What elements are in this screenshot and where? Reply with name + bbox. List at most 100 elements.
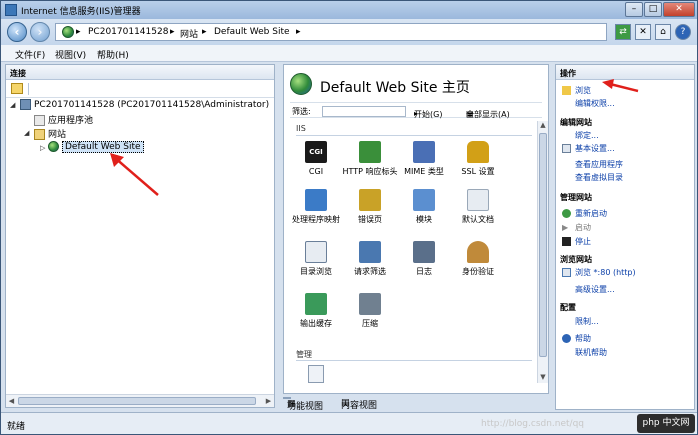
iis-manager-window: Internet 信息服务(IIS)管理器 – □ ✕ ‹ › ▸ PC2017… (0, 0, 698, 435)
scroll-up-icon[interactable]: ▲ (538, 121, 548, 131)
feature-compression[interactable]: 压缩 (342, 293, 398, 329)
feature-logging[interactable]: 日志 (396, 241, 452, 277)
toolbar-divider (28, 83, 29, 95)
title-bar: Internet 信息服务(IIS)管理器 – □ ✕ (1, 1, 697, 19)
menu-bar: 文件(F) 视图(V) 帮助(H) (1, 45, 697, 62)
refresh-connections-icon[interactable]: ⇄ (615, 24, 631, 40)
section-iis: IIS (296, 124, 306, 133)
scroll-right-icon[interactable]: ▶ (263, 395, 274, 407)
scroll-down-icon[interactable]: ▼ (538, 373, 548, 383)
server-icon (20, 99, 31, 110)
feature-mime-types[interactable]: MIME 类型 (396, 141, 452, 177)
error-pages-icon (359, 189, 381, 211)
collapse-server-icon[interactable]: ◢ (10, 101, 15, 109)
actions-header: 操作 (556, 65, 694, 80)
browse-http-icon (562, 268, 571, 277)
close-button[interactable]: ✕ (663, 2, 695, 17)
tree-node-app-pools[interactable]: 应用程序池 (34, 113, 93, 127)
action-basic-settings[interactable]: 基本设置... (562, 143, 615, 154)
help-icon[interactable]: ? (675, 24, 691, 40)
group-manage-site: 管理网站 (560, 193, 592, 202)
handler-mappings-icon (305, 189, 327, 211)
menu-file[interactable]: 文件(F) (15, 48, 45, 61)
crumb-sites[interactable]: 网站 (180, 27, 198, 40)
scroll-thumb[interactable] (539, 133, 547, 357)
stop-icon[interactable]: ✕ (635, 24, 651, 40)
collapse-sites-icon[interactable]: ◢ (24, 129, 29, 137)
iis-app-icon (5, 4, 17, 16)
scroll-thumb[interactable] (18, 397, 256, 405)
back-button[interactable]: ‹ (7, 22, 27, 42)
mime-types-icon (413, 141, 435, 163)
feature-ssl[interactable]: SSL 设置 (450, 141, 506, 177)
feature-output-caching[interactable]: 输出缓存 (288, 293, 344, 329)
action-start: ▶ 启动 (562, 223, 591, 232)
horizontal-scrollbar[interactable]: ◀ ▶ (6, 394, 274, 407)
globe-icon (62, 26, 74, 38)
crumb-separator: ▸ (296, 27, 301, 37)
feature-modules[interactable]: 模块 (396, 189, 452, 225)
crumb-separator: ▸ (76, 27, 81, 37)
configuration-editor-icon[interactable] (308, 365, 324, 383)
scroll-left-icon[interactable]: ◀ (6, 395, 17, 407)
action-explore[interactable]: 浏览 (562, 85, 591, 96)
feature-handler-mappings[interactable]: 处理程序映射 (288, 189, 344, 225)
feature-directory-browsing[interactable]: 目录浏览 (288, 241, 344, 277)
site-globe-icon (290, 73, 312, 95)
tree-node-server[interactable]: PC201701141528 (PC201701141528\Administr… (20, 99, 269, 113)
action-view-applications[interactable]: 查看应用程序 (575, 159, 623, 170)
connections-toolbar (6, 80, 274, 98)
stop-icon (562, 237, 571, 246)
action-view-virtual-dirs[interactable]: 查看虚拟目录 (575, 172, 623, 183)
action-help[interactable]: 帮助 (562, 333, 591, 344)
app-pool-icon (34, 115, 45, 126)
minimize-button[interactable]: – (625, 2, 643, 17)
directory-browsing-icon (305, 241, 327, 263)
window-title: Internet 信息服务(IIS)管理器 (21, 7, 141, 17)
filter-input[interactable] (322, 106, 406, 117)
expand-site-icon[interactable]: ▷ (40, 144, 45, 152)
action-browse-http[interactable]: 浏览 *:80 (http) (562, 267, 636, 278)
menu-view[interactable]: 视图(V) (55, 48, 86, 61)
tree-node-sites[interactable]: 网站 (34, 127, 66, 141)
section-divider (296, 135, 532, 136)
explore-icon (562, 86, 571, 95)
action-online-help[interactable]: 联机帮助 (575, 347, 607, 358)
red-arrow-annotation (110, 153, 159, 196)
feature-authentication[interactable]: 身份验证 (450, 241, 506, 277)
action-restart[interactable]: 重新启动 (562, 208, 607, 219)
menu-help[interactable]: 帮助(H) (97, 48, 129, 61)
section-divider (296, 360, 532, 361)
vertical-scrollbar[interactable]: ▲ ▼ (537, 121, 548, 383)
red-arrow-annotation (602, 79, 639, 93)
crumb-server[interactable]: PC201701141528 (88, 27, 168, 37)
tab-features-view[interactable]: ▦ 功能视图 (283, 397, 323, 412)
crumb-site[interactable]: Default Web Site (214, 27, 290, 37)
forward-button[interactable]: › (30, 22, 50, 42)
connections-header: 连接 (6, 65, 274, 80)
feature-error-pages[interactable]: 错误页 (342, 189, 398, 225)
http-headers-icon (359, 141, 381, 163)
maximize-button[interactable]: □ (644, 2, 662, 17)
help-icon (562, 334, 571, 343)
action-bindings[interactable]: 绑定... (575, 130, 599, 141)
action-edit-permissions[interactable]: 编辑权限... (575, 98, 615, 109)
feature-default-document[interactable]: 默认文档 (450, 189, 506, 225)
settings-icon (562, 144, 571, 153)
feature-cgi[interactable]: CGI CGI (288, 141, 344, 177)
output-caching-icon (305, 293, 327, 315)
sites-folder-icon (34, 129, 45, 140)
feature-request-filtering[interactable]: 请求筛选 (342, 241, 398, 277)
new-connection-icon[interactable] (11, 83, 23, 94)
address-bar[interactable]: ▸ PC201701141528 ▸ 网站 ▸ Default Web Site… (55, 23, 607, 41)
compression-icon (359, 293, 381, 315)
default-document-icon (467, 189, 489, 211)
home-icon[interactable]: ⌂ (655, 24, 671, 40)
action-stop[interactable]: 停止 (562, 236, 591, 247)
action-limits[interactable]: 限制... (575, 316, 599, 327)
action-advanced-settings[interactable]: 高级设置... (575, 284, 615, 295)
features-pane: Default Web Site 主页 筛选: ▸ 开始(G) ▤ 全部显示(A… (283, 64, 549, 394)
status-bar: 就绪 http://blog.csdn.net/qq php 中文网 (1, 412, 697, 434)
feature-http-headers[interactable]: HTTP 响应标头 (342, 141, 398, 177)
crumb-separator: ▸ (202, 27, 207, 37)
